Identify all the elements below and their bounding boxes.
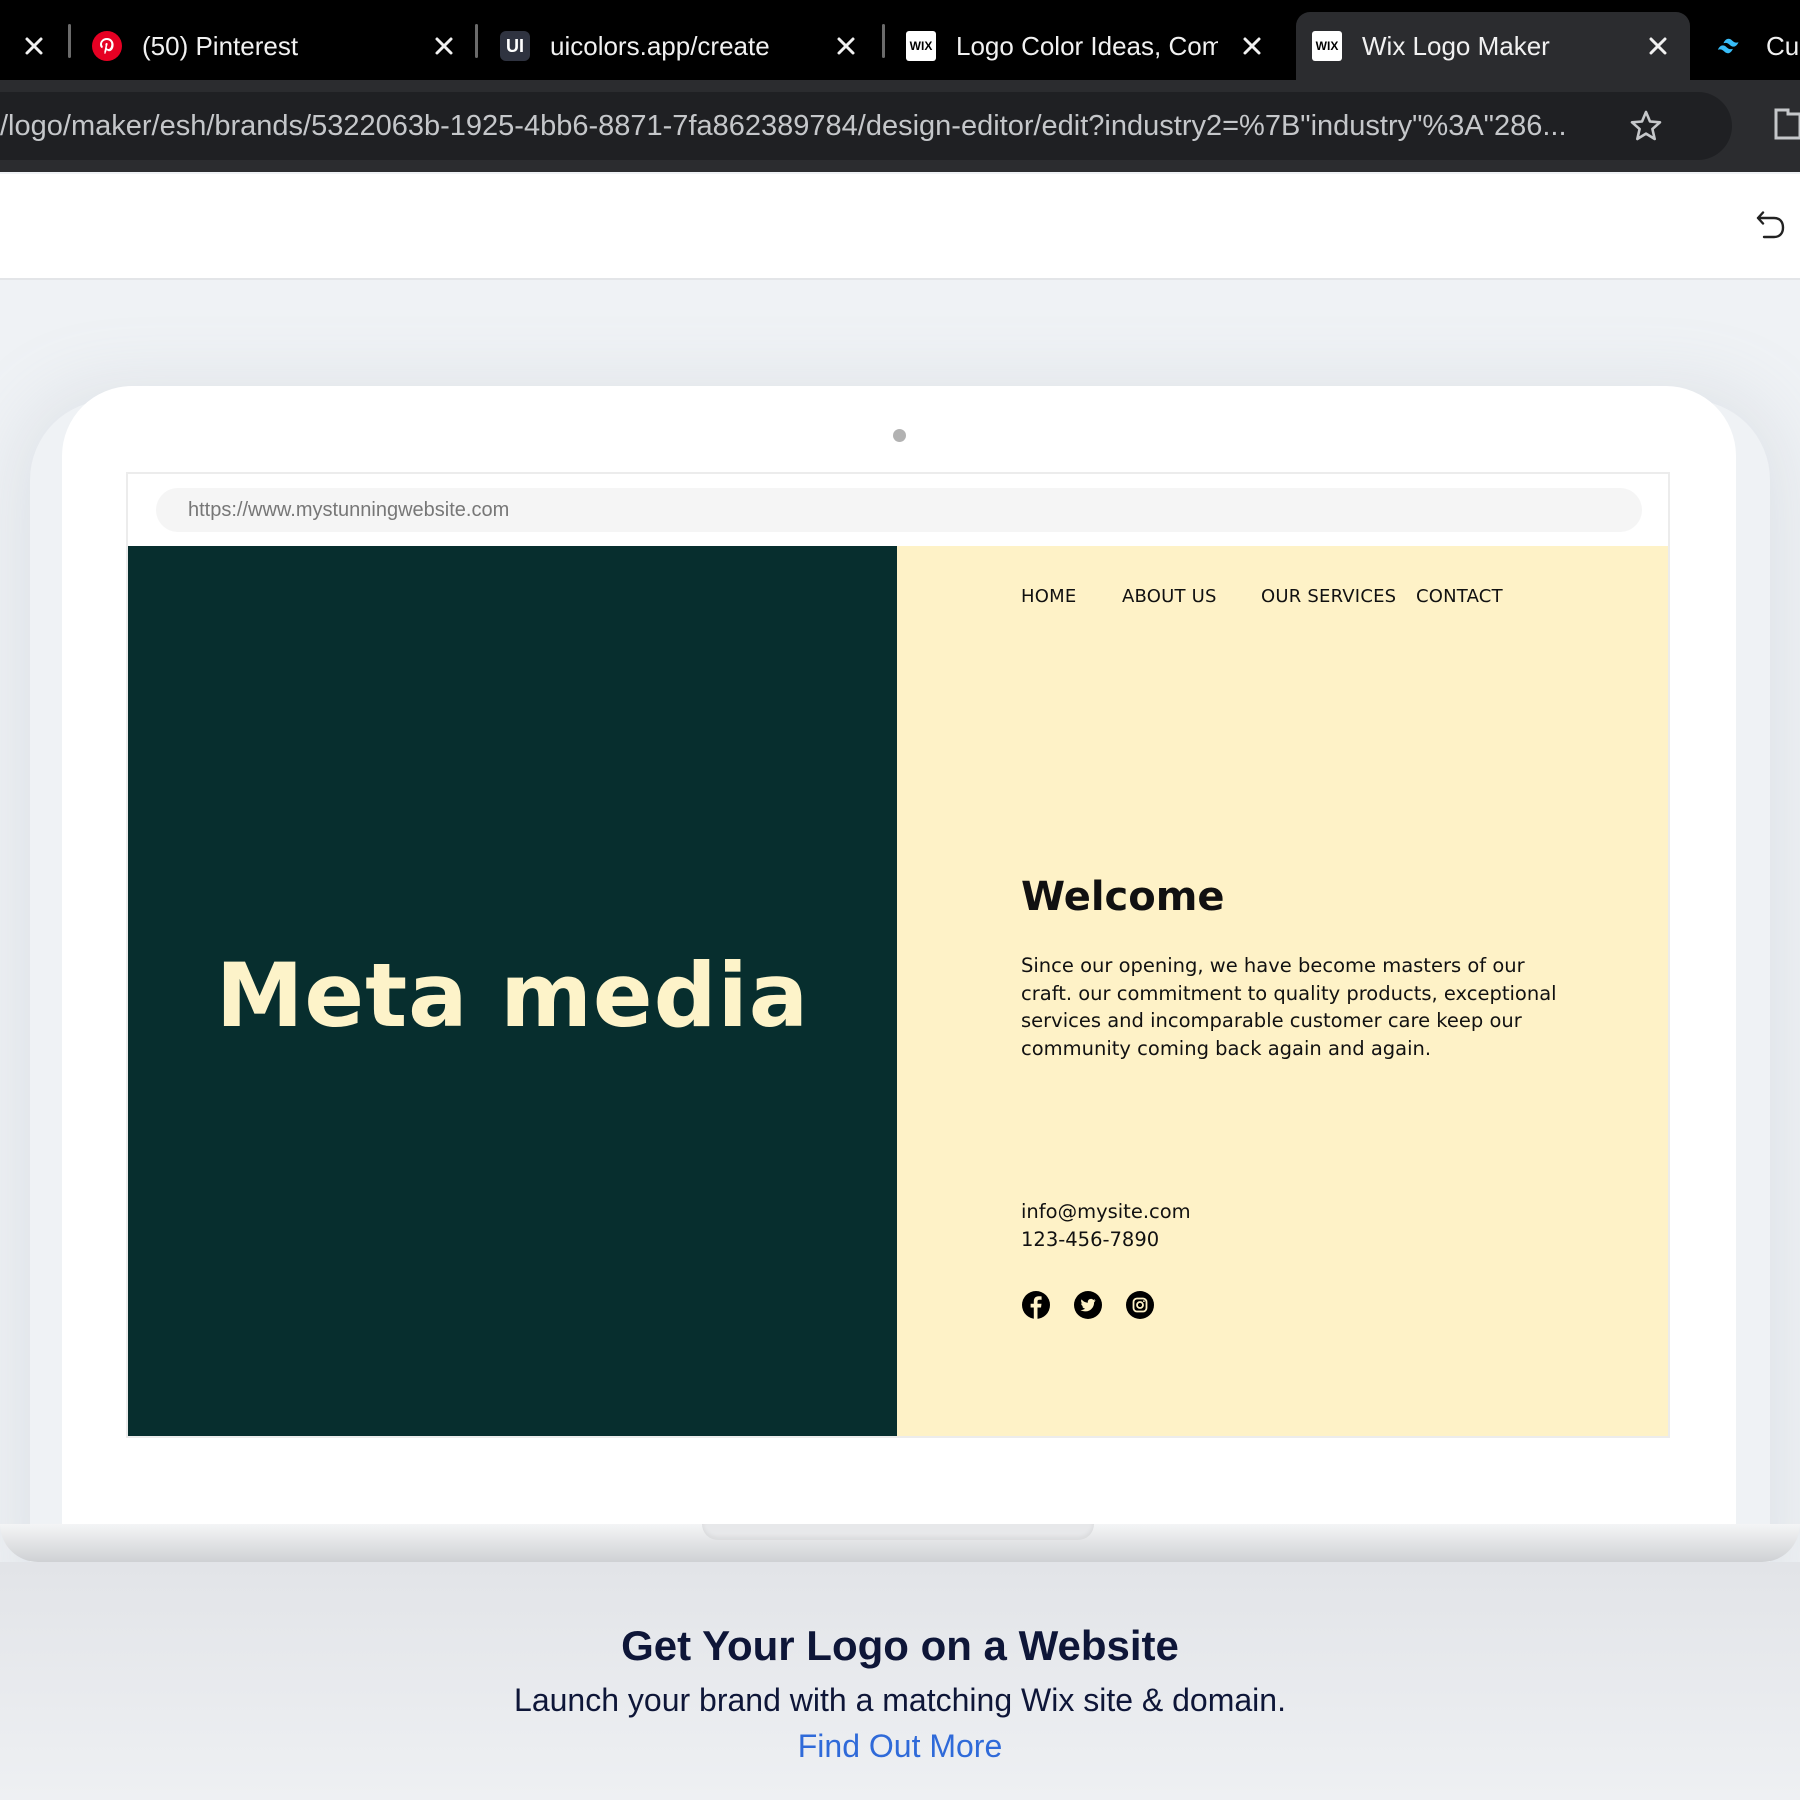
address-bar[interactable]: /logo/maker/esh/brands/5322063b-1925-4bb… [0, 92, 1732, 160]
tab-title: Wix Logo Maker [1362, 30, 1550, 61]
twitter-icon [1073, 1290, 1103, 1320]
close-icon[interactable] [1642, 30, 1674, 62]
nav-contact: CONTACT [1416, 586, 1503, 607]
tab-title: uicolors.app/create [550, 30, 770, 61]
url-text[interactable]: /logo/maker/esh/brands/5322063b-1925-4bb… [0, 106, 1648, 146]
find-out-more-link[interactable]: Find Out More [0, 1728, 1800, 1765]
tab-title: Logo Color Ideas, Com [956, 30, 1218, 61]
extensions-icon[interactable] [1768, 106, 1800, 140]
tab-logo-color-ideas[interactable]: WIX Logo Color Ideas, Com [906, 12, 1276, 80]
close-icon[interactable] [1236, 30, 1268, 62]
tab-partial-left[interactable] [14, 12, 54, 80]
contact-phone: 123-456-7890 [1021, 1228, 1160, 1251]
uicolors-icon: UI [500, 31, 530, 61]
tab-pinterest[interactable]: (50) Pinterest [92, 12, 462, 80]
preview-url-bar: https://www.mystunningwebsite.com [156, 488, 1642, 532]
tab-uicolors[interactable]: UI uicolors.app/create [500, 12, 870, 80]
welcome-heading: Welcome [1021, 874, 1225, 920]
facebook-icon [1021, 1290, 1051, 1320]
nav-home: HOME [1021, 586, 1077, 607]
browser-tab-strip: (50) Pinterest UI uicolors.app/create WI… [0, 0, 1800, 80]
tab-title: Cus [1766, 30, 1800, 61]
close-icon[interactable] [18, 30, 50, 62]
welcome-paragraph: Since our opening, we have become master… [1021, 954, 1557, 1060]
find-out-more-label[interactable]: Find Out More [798, 1728, 1003, 1764]
wix-icon: WIX [906, 31, 936, 61]
cta-subtitle: Launch your brand with a matching Wix si… [514, 1682, 1286, 1718]
tab-separator [68, 24, 71, 58]
preview-content-panel: HOME ABOUT US OUR SERVICES CONTACT Welco… [897, 546, 1668, 1436]
contact-email: info@mysite.com [1021, 1200, 1191, 1223]
tab-wix-logo-maker[interactable]: WIX Wix Logo Maker [1296, 12, 1690, 80]
tab-partial-right[interactable]: Cus [1716, 12, 1800, 80]
laptop-notch [702, 1524, 1094, 1540]
tab-separator [882, 24, 885, 58]
close-icon[interactable] [428, 30, 460, 62]
bookmark-star-icon[interactable] [1628, 108, 1664, 144]
editor-header [0, 174, 1800, 280]
undo-icon[interactable] [1750, 208, 1786, 244]
tab-title: (50) Pinterest [142, 30, 299, 61]
instagram-icon [1125, 1290, 1155, 1320]
tailwind-icon [1716, 31, 1746, 61]
brand-logo-text: Meta media [215, 944, 810, 1047]
pinterest-icon [92, 31, 122, 61]
laptop-camera [893, 429, 906, 442]
cta-title: Get Your Logo on a Website [621, 1622, 1179, 1669]
close-icon[interactable] [830, 30, 862, 62]
nav-about-us: ABOUT US [1122, 586, 1217, 607]
wix-icon: WIX [1312, 31, 1342, 61]
tab-separator [475, 24, 478, 58]
preview-brand-panel: Meta media [128, 546, 897, 1436]
browser-toolbar: /logo/maker/esh/brands/5322063b-1925-4bb… [0, 80, 1800, 172]
website-preview: https://www.mystunningwebsite.com Meta m… [126, 472, 1670, 1438]
nav-our-services: OUR SERVICES [1261, 586, 1397, 607]
